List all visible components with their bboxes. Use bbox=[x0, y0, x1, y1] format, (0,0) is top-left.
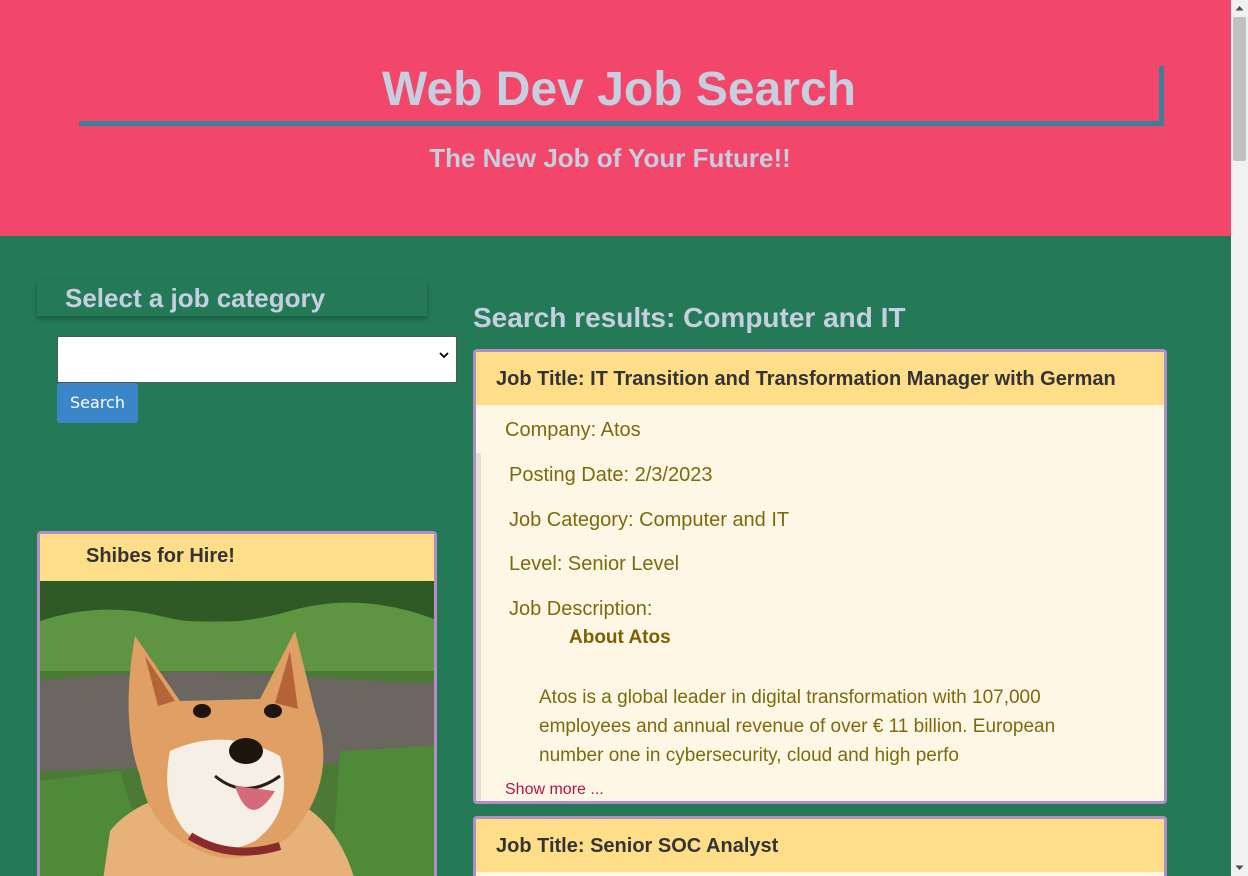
job-category-select[interactable] bbox=[57, 336, 457, 383]
job-description-label: Job Description: bbox=[509, 598, 653, 620]
category-heading: Select a job category bbox=[37, 280, 427, 316]
page-title: Web Dev Job Search bbox=[79, 66, 1164, 126]
show-more-link[interactable]: Show more ... bbox=[505, 781, 604, 799]
job-card: Job Title: Senior SOC Analyst bbox=[473, 816, 1167, 876]
scroll-up-arrow-icon[interactable] bbox=[1235, 4, 1244, 13]
scrollbar-thumb[interactable] bbox=[1233, 17, 1246, 161]
scroll-down-arrow-icon[interactable] bbox=[1235, 863, 1244, 872]
chevron-down-icon bbox=[439, 352, 449, 359]
main-content: Select a job category Search Shibes for … bbox=[0, 236, 1231, 876]
divider bbox=[476, 453, 481, 801]
shibe-card-title: Shibes for Hire! bbox=[40, 534, 434, 581]
page-subtitle: The New Job of Your Future!! bbox=[429, 143, 791, 173]
vertical-scrollbar[interactable] bbox=[1231, 0, 1248, 876]
page-header: Web Dev Job Search The New Job of Your F… bbox=[0, 0, 1231, 236]
job-posting-date: Posting Date: 2/3/2023 bbox=[509, 464, 713, 486]
job-about-heading: About Atos bbox=[569, 627, 671, 648]
search-button[interactable]: Search bbox=[57, 383, 138, 423]
job-category: Job Category: Computer and IT bbox=[509, 509, 790, 531]
job-title: Job Title: Senior SOC Analyst bbox=[476, 819, 1164, 872]
job-title: Job Title: IT Transition and Transformat… bbox=[476, 352, 1164, 405]
job-level: Level: Senior Level bbox=[509, 553, 680, 575]
job-details: Company: Atos Posting Date: 2/3/2023 Job… bbox=[476, 405, 1164, 801]
job-description: Atos is a global leader in digital trans… bbox=[539, 687, 1056, 766]
results-heading: Search results: Computer and IT bbox=[473, 302, 906, 333]
shibe-card: Shibes for Hire! bbox=[37, 531, 437, 876]
job-card: Job Title: IT Transition and Transformat… bbox=[473, 349, 1167, 804]
job-company: Company: Atos bbox=[505, 419, 641, 441]
shiba-dog-image bbox=[40, 581, 434, 876]
